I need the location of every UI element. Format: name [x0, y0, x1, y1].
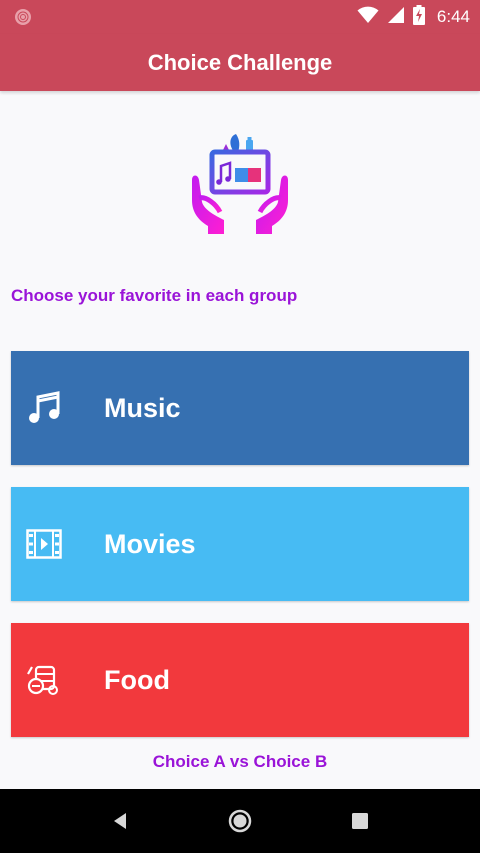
subtitle: Choose your favorite in each group: [11, 286, 298, 305]
category-music-button[interactable]: Music: [11, 351, 469, 465]
recents-icon[interactable]: [346, 807, 374, 835]
category-label: Movies: [104, 528, 196, 559]
music-note-icon: [25, 389, 63, 427]
status-time: 6:44: [436, 7, 470, 26]
category-food-button[interactable]: Food: [11, 623, 469, 737]
category-label: Food: [104, 664, 170, 695]
category-label: Music: [104, 392, 181, 423]
footer-text: Choice A vs Choice B: [152, 752, 328, 771]
notification-icon: [14, 8, 32, 26]
hands-holding-media-icon: [190, 130, 290, 242]
status-icons: 6:44: [357, 4, 470, 30]
back-icon[interactable]: [106, 807, 134, 835]
system-nav-bar: [0, 789, 480, 853]
app-title: Choice Challenge: [147, 49, 333, 75]
wifi-icon: [357, 6, 379, 28]
battery-charging-icon: [412, 5, 425, 29]
film-icon: [25, 525, 63, 563]
food-icon: [25, 661, 63, 699]
status-bar: 6:44: [0, 0, 480, 34]
category-movies-button[interactable]: Movies: [11, 487, 469, 601]
signal-icon: [387, 6, 405, 28]
home-icon[interactable]: [226, 807, 254, 835]
app-bar: Choice Challenge: [0, 34, 480, 91]
